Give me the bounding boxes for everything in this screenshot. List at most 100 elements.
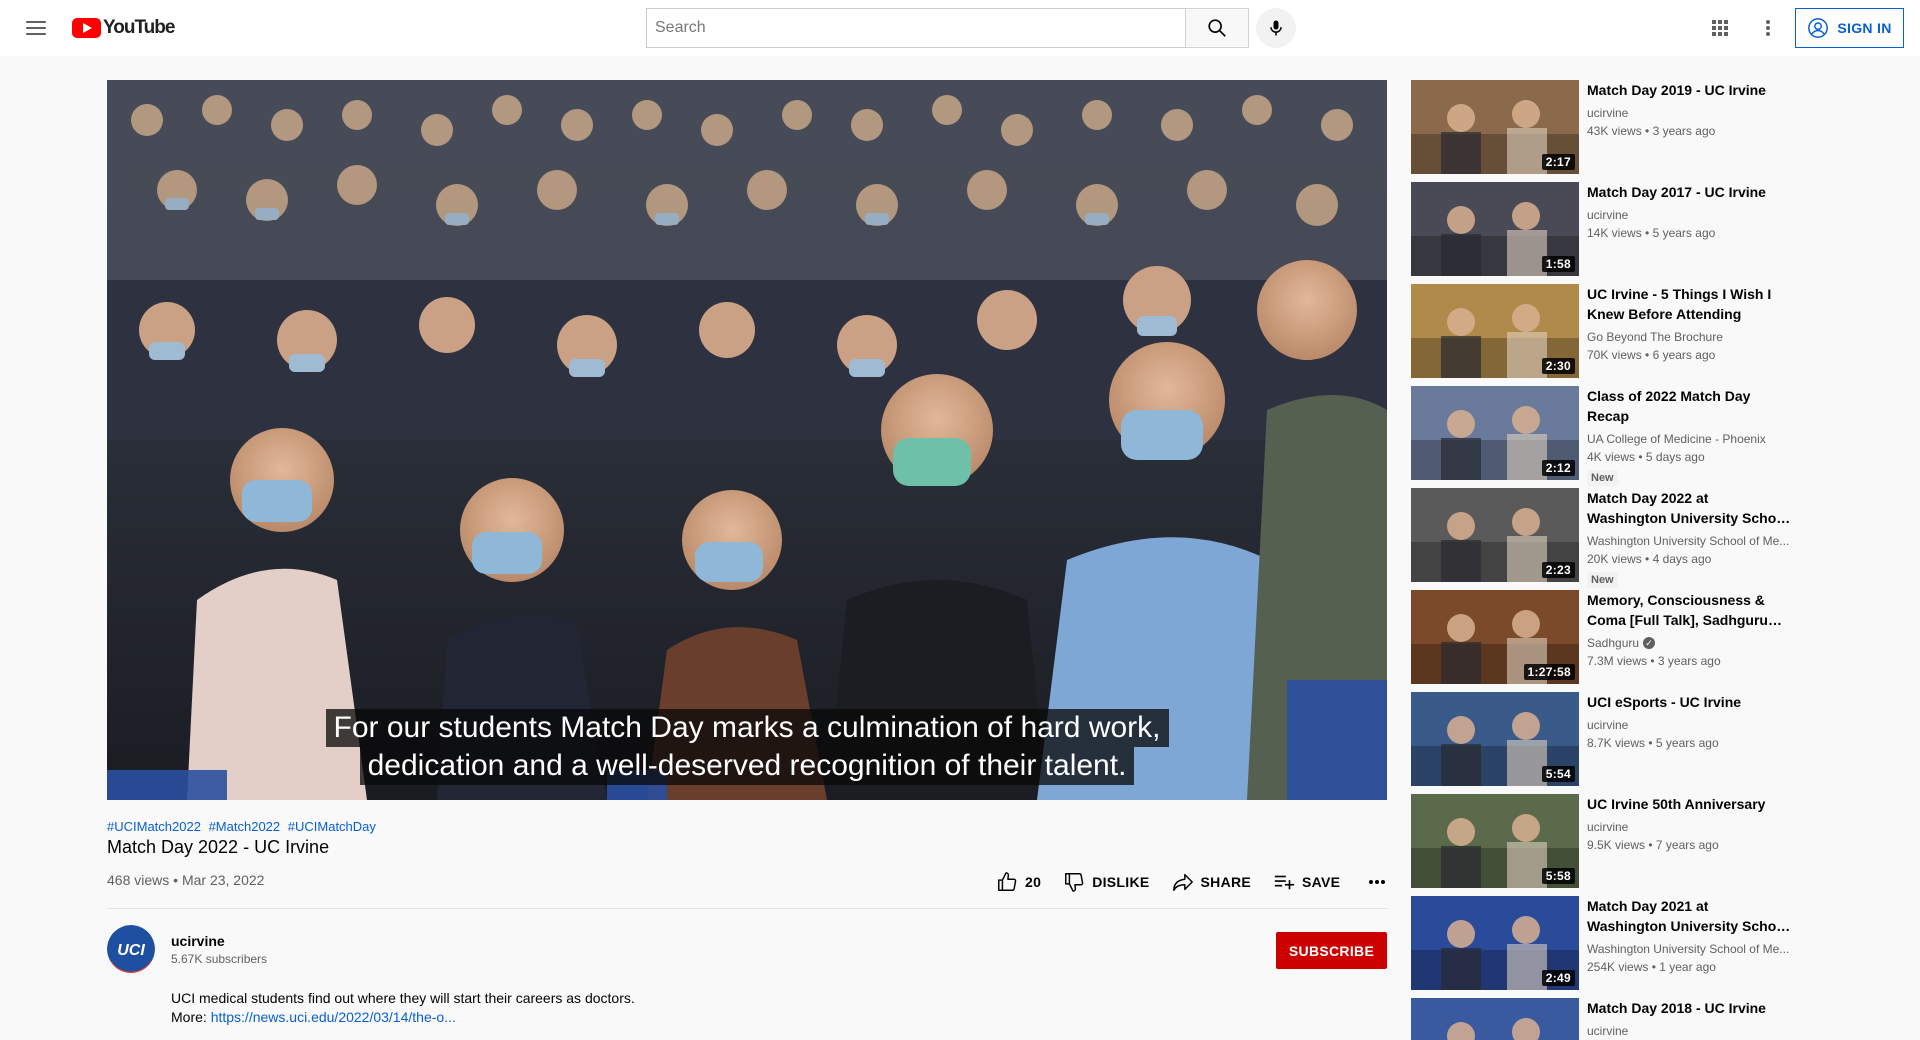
video-title[interactable]: UC Irvine 50th Anniversary [1587, 794, 1791, 814]
video-duration: 1:58 [1541, 256, 1575, 272]
video-views: 254K views [1587, 960, 1649, 974]
more-actions-button[interactable] [1368, 879, 1386, 885]
recommended-video[interactable]: 1:27:58 Memory, Consciousness & Coma [Ful… [1411, 590, 1791, 684]
recommended-video[interactable]: 2:23 Match Day 2022 at Washington Univers… [1411, 488, 1791, 588]
video-views: 4K views [1587, 450, 1636, 464]
video-stats: 9.5K views • 7 years ago [1587, 836, 1791, 854]
video-duration: 2:23 [1541, 562, 1575, 578]
video-thumbnail[interactable]: 1:27:58 [1411, 590, 1579, 684]
recommended-video[interactable]: 5:58 UC Irvine 50th Anniversary ucirvine 9.… [1411, 794, 1791, 888]
search-box [646, 8, 1186, 48]
video-title[interactable]: Match Day 2017 - UC Irvine [1587, 182, 1791, 202]
video-title[interactable]: Match Day 2022 at Washington University … [1587, 488, 1791, 528]
subscriber-count: 5.67K subscribers [171, 952, 268, 966]
dislike-button[interactable]: DISLIKE [1063, 871, 1149, 893]
video-age: 6 years ago [1652, 348, 1716, 362]
search-input[interactable] [647, 9, 1186, 47]
video-channel[interactable]: ucirvine [1587, 206, 1791, 224]
settings-more-button[interactable] [1752, 12, 1784, 44]
video-views: 9.5K views [1587, 838, 1646, 852]
voice-search-button[interactable] [1256, 8, 1296, 48]
uci-logo: UCI [107, 925, 155, 973]
stats-separator: • [1641, 348, 1653, 362]
video-stats: 70K views • 6 years ago [1587, 346, 1791, 364]
logo-text: YouTube [103, 17, 175, 38]
video-channel[interactable]: ucirvine [1587, 716, 1791, 734]
video-duration: 2:49 [1541, 970, 1575, 986]
video-info: Class of 2022 Match Day Recap UA College … [1587, 386, 1791, 486]
dislike-label: DISLIKE [1092, 874, 1150, 890]
video-title[interactable]: Match Day 2019 - UC Irvine [1587, 80, 1791, 100]
video-thumbnail[interactable]: 2:30 [1411, 284, 1579, 378]
video-thumbnail[interactable]: 1:58 [1411, 182, 1579, 276]
recommended-video[interactable]: 5:54 UCI eSports - UC Irvine ucirvine 8.7K … [1411, 692, 1791, 786]
video-title[interactable]: Match Day 2021 at Washington University … [1587, 896, 1791, 936]
video-thumbnail[interactable]: 2:12 [1411, 386, 1579, 480]
video-duration: 5:54 [1541, 766, 1575, 782]
recommended-video[interactable]: 2:17 Match Day 2019 - UC Irvine ucirvine 43… [1411, 80, 1791, 174]
video-age: 7 years ago [1655, 838, 1719, 852]
video-age: 5 years ago [1652, 226, 1716, 240]
stats-separator: • [1645, 838, 1656, 852]
youtube-logo[interactable]: YouTube [72, 17, 175, 39]
hashtag-link[interactable]: #UCIMatch2022 [107, 819, 201, 834]
video-title[interactable]: UCI eSports - UC Irvine [1587, 692, 1791, 712]
channel-name: Washington University School of Me... [1587, 534, 1790, 548]
like-button[interactable]: 20 [996, 871, 1041, 893]
subscribe-button[interactable]: SUBSCRIBE [1276, 932, 1387, 969]
description-link[interactable]: https://news.uci.edu/2022/03/14/the-o... [211, 1009, 456, 1025]
video-channel[interactable]: Washington University School of Me... [1587, 532, 1791, 550]
video-player[interactable]: For our students Match Day marks a culmi… [107, 80, 1387, 800]
video-stats: 254K views • 1 year ago [1587, 958, 1791, 976]
video-thumbnail[interactable]: 5:54 [1411, 692, 1579, 786]
video-channel[interactable]: Sadhguru ✓ [1587, 634, 1791, 652]
video-thumbnail[interactable]: 5:58 [1411, 794, 1579, 888]
video-title[interactable]: Memory, Consciousness & Coma [Full Talk]… [1587, 590, 1791, 630]
recommended-video[interactable]: 2:12 Class of 2022 Match Day Recap UA Coll… [1411, 386, 1791, 486]
recommended-video[interactable]: Match Day 2018 - UC Irvine ucirvine [1411, 998, 1791, 1040]
video-thumbnail[interactable] [1411, 998, 1579, 1040]
recommended-video[interactable]: 2:30 UC Irvine - 5 Things I Wish I Knew B… [1411, 284, 1791, 378]
recommended-video[interactable]: 2:49 Match Day 2021 at Washington Univers… [1411, 896, 1791, 990]
apps-button[interactable] [1704, 12, 1736, 44]
video-title: Match Day 2022 - UC Irvine [107, 837, 330, 857]
search-icon [1208, 19, 1226, 37]
video-info: UC Irvine - 5 Things I Wish I Knew Befor… [1587, 284, 1791, 364]
search-button[interactable] [1185, 8, 1249, 48]
hashtag-link[interactable]: #Match2022 [209, 819, 281, 834]
channel-name[interactable]: ucirvine [171, 933, 225, 949]
menu-icon[interactable] [20, 12, 52, 44]
video-channel[interactable]: Washington University School of Me... [1587, 940, 1791, 958]
video-duration: 2:17 [1541, 154, 1575, 170]
video-stats: 8.7K views • 5 years ago [1587, 734, 1791, 752]
video-title[interactable]: UC Irvine - 5 Things I Wish I Knew Befor… [1587, 284, 1791, 324]
video-actions: 20 DISLIKE SHARE SAVE [996, 870, 1386, 894]
video-channel[interactable]: ucirvine [1587, 104, 1791, 122]
video-thumbnail[interactable]: 2:17 [1411, 80, 1579, 174]
video-age: 1 year ago [1659, 960, 1716, 974]
description-more-prefix: More: [171, 1009, 211, 1025]
video-title[interactable]: Match Day 2018 - UC Irvine [1587, 998, 1791, 1018]
stats-separator: • [1641, 124, 1653, 138]
share-button[interactable]: SHARE [1172, 871, 1252, 893]
video-age: 3 years ago [1652, 124, 1716, 138]
save-label: SAVE [1302, 874, 1341, 890]
sign-in-label: SIGN IN [1837, 20, 1892, 36]
save-button[interactable]: SAVE [1273, 871, 1340, 893]
video-channel[interactable]: ucirvine [1587, 818, 1791, 836]
new-badge: New [1587, 470, 1618, 486]
video-thumbnail[interactable]: 2:23 [1411, 488, 1579, 582]
channel-name: ucirvine [1587, 208, 1629, 222]
recommended-video[interactable]: 1:58 Match Day 2017 - UC Irvine ucirvine 14… [1411, 182, 1791, 276]
video-title[interactable]: Class of 2022 Match Day Recap [1587, 386, 1791, 426]
channel-avatar[interactable]: UCI [107, 925, 155, 973]
video-channel[interactable]: UA College of Medicine - Phoenix [1587, 430, 1791, 448]
video-thumbnail[interactable]: 2:49 [1411, 896, 1579, 990]
microphone-icon [1270, 20, 1282, 36]
video-duration: 2:12 [1541, 460, 1575, 476]
hashtag-link[interactable]: #UCIMatchDay [288, 819, 376, 834]
video-age: 5 years ago [1655, 736, 1719, 750]
video-channel[interactable]: Go Beyond The Brochure [1587, 328, 1791, 346]
sign-in-button[interactable]: SIGN IN [1795, 8, 1904, 48]
video-channel[interactable]: ucirvine [1587, 1022, 1791, 1040]
